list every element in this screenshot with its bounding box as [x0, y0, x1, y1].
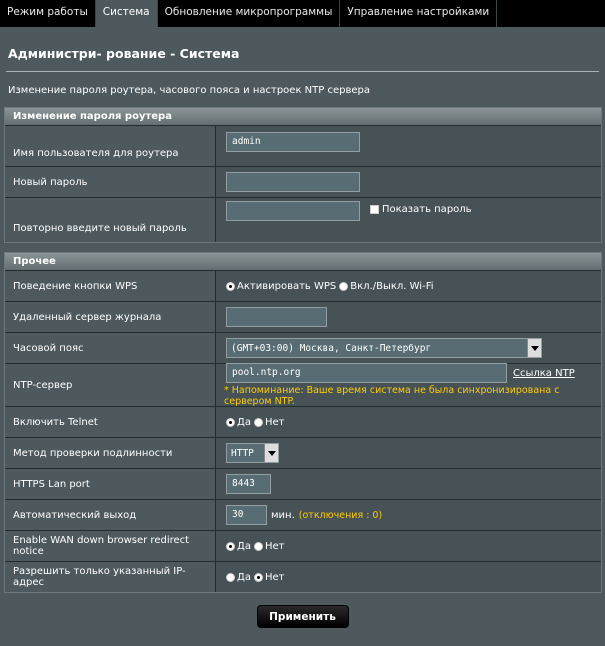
wps-activate-label: Активировать WPS: [237, 280, 337, 292]
username-cell: admin: [215, 126, 601, 166]
https-port-cell: 8443: [215, 469, 601, 499]
telnet-no-label: Нет: [264, 416, 285, 428]
misc-section-header: Прочее: [5, 253, 601, 270]
main-content: Администри- рование - Система Изменение …: [0, 27, 605, 628]
wps-activate-radio[interactable]: [226, 281, 235, 291]
remote-log-row: Удаленный сервер журнала: [5, 301, 601, 332]
tab-operation-mode[interactable]: Режим работы: [0, 0, 96, 27]
https-port-label: HTTPS Lan port: [5, 469, 215, 499]
repeat-password-label: Повторно введите новый пароль: [5, 198, 215, 242]
ntp-cell: pool.ntp.org Ссылка NTP * Напоминание: В…: [215, 363, 601, 407]
wan-redirect-no-radio[interactable]: [253, 541, 263, 551]
telnet-label: Включить Telnet: [5, 407, 215, 437]
auth-method-label: Метод проверки подлинности: [5, 438, 215, 468]
auto-logout-row: Автоматический выход 30 мин. (отключения…: [5, 499, 601, 530]
ntp-warning: * Напоминание: Ваше время система не был…: [224, 385, 560, 407]
tab-settings-management[interactable]: Управление настройками: [340, 0, 498, 27]
telnet-cell: Да Нет: [215, 407, 601, 437]
show-password-wrap: Показать пароль: [370, 204, 472, 215]
repeat-password-row: Повторно введите новый пароль Показать п…: [5, 197, 601, 242]
auto-logout-unit: мин.: [271, 509, 295, 521]
wan-redirect-yes-radio[interactable]: [226, 541, 235, 551]
remote-log-cell: [215, 302, 601, 332]
https-port-input[interactable]: 8443: [226, 474, 271, 494]
page-title: Администри- рование - Система: [8, 46, 240, 61]
timezone-value: (GMT+03:00) Москва, Санкт-Петербург: [231, 342, 432, 354]
ip-only-cell: Да Нет: [215, 562, 601, 592]
new-password-row: Новый пароль: [5, 166, 601, 197]
wan-redirect-no-label: Нет: [264, 540, 285, 552]
repeat-password-input[interactable]: [226, 201, 360, 221]
ip-only-row: Разрешить только указанный IP-адрес Да Н…: [5, 561, 601, 592]
ntp-label: NTP-сервер: [5, 364, 215, 406]
auth-method-select[interactable]: HTTP: [226, 443, 279, 463]
auto-logout-cell: 30 мин. (отключения : 0): [215, 500, 601, 530]
ip-only-no-radio[interactable]: [253, 572, 263, 582]
ntp-row: NTP-сервер pool.ntp.org Ссылка NTP * Нап…: [5, 363, 601, 407]
wan-redirect-label: Enable WAN down browser redirect notice: [5, 531, 215, 561]
remote-log-input[interactable]: [226, 307, 327, 327]
ip-only-label: Разрешить только указанный IP-адрес: [5, 562, 215, 592]
ntp-link[interactable]: Ссылка NTP: [513, 368, 575, 379]
ntp-server-input[interactable]: pool.ntp.org: [226, 363, 507, 383]
ip-only-yes-label: Да: [237, 571, 251, 583]
wps-label: Поведение кнопки WPS: [5, 271, 215, 301]
wan-redirect-row: Enable WAN down browser redirect notice …: [5, 530, 601, 561]
timezone-select[interactable]: (GMT+03:00) Москва, Санкт-Петербург: [226, 338, 542, 358]
username-input[interactable]: admin: [226, 132, 360, 152]
chevron-down-icon[interactable]: [264, 444, 278, 462]
password-section-header: Изменение пароля роутера: [5, 108, 601, 125]
new-password-cell: [215, 167, 601, 197]
telnet-yes-radio[interactable]: [226, 417, 235, 427]
new-password-label: Новый пароль: [5, 167, 215, 197]
auto-logout-hint: (отключения : 0): [298, 509, 383, 521]
timezone-label: Часовой пояс: [5, 333, 215, 363]
show-password-label: Показать пароль: [382, 204, 472, 215]
wps-row: Поведение кнопки WPS Активировать WPS Вк…: [5, 270, 601, 301]
repeat-password-cell: Показать пароль: [215, 198, 601, 242]
wps-cell: Активировать WPS Вкл./Выкл. Wi-Fi: [215, 271, 601, 301]
auth-method-row: Метод проверки подлинности HTTP: [5, 437, 601, 468]
wan-redirect-yes-label: Да: [237, 540, 251, 552]
ip-only-no-label: Нет: [264, 571, 285, 583]
tab-system[interactable]: Система: [95, 0, 158, 27]
telnet-no-radio[interactable]: [253, 417, 263, 427]
timezone-cell: (GMT+03:00) Москва, Санкт-Петербург: [215, 333, 601, 363]
ntp-input-line: pool.ntp.org Ссылка NTP: [224, 363, 575, 383]
tab-firmware-upgrade[interactable]: Обновление микропрограммы: [157, 0, 341, 27]
wan-redirect-cell: Да Нет: [215, 531, 601, 561]
auth-method-cell: HTTP: [215, 438, 601, 468]
misc-section: Прочее Поведение кнопки WPS Активировать…: [4, 252, 602, 593]
chevron-down-icon[interactable]: [527, 339, 541, 357]
timezone-row: Часовой пояс (GMT+03:00) Москва, Санкт-П…: [5, 332, 601, 363]
show-password-checkbox[interactable]: [370, 204, 379, 214]
username-label: Имя пользователя для роутера: [5, 126, 215, 166]
auto-logout-input[interactable]: 30: [226, 505, 267, 525]
page-description: Изменение пароля роутера, часового пояса…: [8, 85, 370, 96]
telnet-yes-label: Да: [237, 416, 251, 428]
password-section: Изменение пароля роутера Имя пользовател…: [4, 107, 602, 243]
username-row: Имя пользователя для роутера admin: [5, 125, 601, 166]
telnet-row: Включить Telnet Да Нет: [5, 406, 601, 437]
remote-log-label: Удаленный сервер журнала: [5, 302, 215, 332]
new-password-input[interactable]: [226, 172, 360, 192]
https-port-row: HTTPS Lan port 8443: [5, 468, 601, 499]
auto-logout-label: Автоматический выход: [5, 500, 215, 530]
apply-button[interactable]: Применить: [256, 605, 349, 628]
wps-wifi-toggle-radio[interactable]: [339, 281, 349, 291]
ip-only-yes-radio[interactable]: [226, 572, 235, 582]
tab-bar: Режим работы Система Обновление микропро…: [0, 0, 605, 27]
wps-wifi-toggle-label: Вкл./Выкл. Wi-Fi: [350, 280, 434, 292]
auth-method-value: HTTP: [231, 447, 254, 459]
apply-wrap: Применить: [2, 593, 603, 628]
